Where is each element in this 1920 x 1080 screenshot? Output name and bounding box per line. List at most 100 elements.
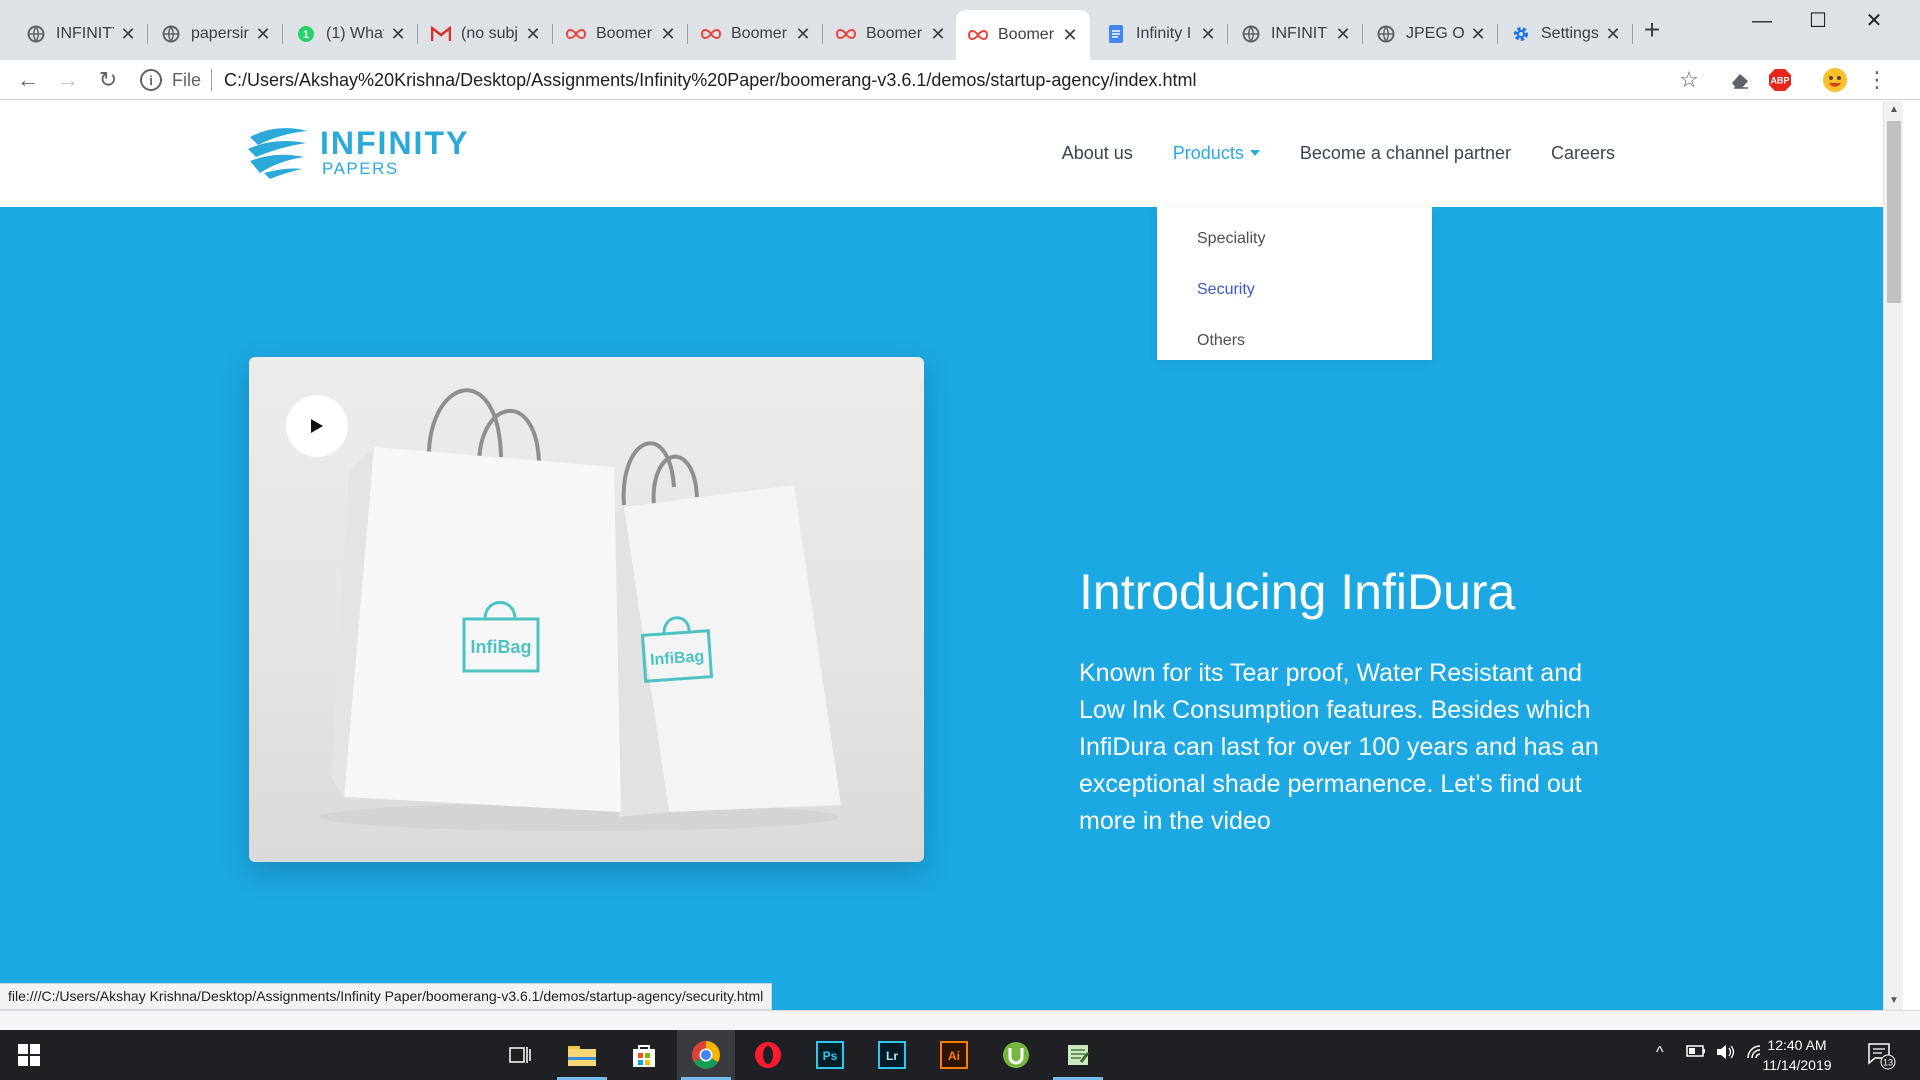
nav-products[interactable]: Products [1173,143,1260,164]
forward-arrow-icon[interactable]: → [53,65,83,95]
tab-title: JPEG Op [1406,25,1464,42]
svg-text:13: 13 [1883,1058,1893,1068]
nav-careers[interactable]: Careers [1551,143,1615,164]
infinity-papers-logo[interactable]: INFINITY PAPERS [246,123,486,179]
infinity-icon [566,24,586,44]
nav-become-channel-partner[interactable]: Become a channel partner [1300,143,1511,164]
tab[interactable]: INFINITY ✕ [14,16,148,52]
svg-text:1: 1 [303,29,309,41]
browser-toolbar: ← → ↻ i File C:/Users/Akshay%20Krishna/D… [0,60,1920,100]
windows-start-icon[interactable] [0,1030,58,1080]
volume-icon[interactable] [1716,1044,1736,1065]
link-status-bubble: file:///C:/Users/Akshay Krishna/Desktop/… [0,983,773,1010]
chevron-up-icon[interactable]: ^ [1656,1044,1664,1062]
tab-title: papersir [191,25,249,42]
close-tab-icon[interactable]: ✕ [390,24,406,45]
main-navigation: About us Products Become a channel partn… [1062,143,1615,164]
close-tab-icon[interactable]: ✕ [1200,24,1216,45]
tab-title: Boomer [866,25,923,42]
globe-icon [161,24,181,44]
globe-icon [26,24,46,44]
menu-kebab-icon[interactable]: ⋮ [1862,65,1892,95]
infinity-icon [701,24,721,44]
tab[interactable]: Infinity I ✕ [1094,16,1228,52]
paper-stack-icon [248,128,308,179]
tab[interactable]: 1 (1) What ✕ [284,16,418,52]
reload-icon[interactable]: ↻ [93,65,123,95]
store-icon[interactable] [615,1030,673,1080]
tab-title: Settings [1541,25,1599,42]
close-tab-icon[interactable]: ✕ [1470,24,1486,45]
close-tab-icon[interactable]: ✕ [1605,24,1621,45]
system-clock[interactable]: 12:40 AM 11/14/2019 [1752,1035,1842,1075]
globe-icon [1376,24,1396,44]
close-tab-icon[interactable]: ✕ [1062,25,1078,46]
tab[interactable]: Boomer ✕ [554,16,688,52]
scrollbar-thumb[interactable] [1887,121,1901,303]
illustrator-icon[interactable]: Ai [925,1030,983,1080]
close-tab-icon[interactable]: ✕ [1335,24,1351,45]
action-center-icon[interactable]: 13 [1866,1040,1896,1075]
close-tab-icon[interactable]: ✕ [660,24,676,45]
caret-down-icon [1249,149,1260,156]
tab[interactable]: Boomer ✕ [689,16,823,52]
tab-title: Boomer [998,26,1055,43]
notepad-icon[interactable] [1049,1030,1107,1080]
page-scrollbar[interactable]: ▲ ▼ [1883,101,1903,1010]
address-divider [211,69,213,91]
opera-icon[interactable] [739,1030,797,1080]
video-thumbnail[interactable]: InfiBag InfiBag [249,357,924,862]
address-bar[interactable]: i File C:/Users/Akshay%20Krishna/Desktop… [140,64,1700,96]
tab[interactable]: papersir ✕ [149,16,283,52]
tab[interactable]: JPEG Op ✕ [1364,16,1498,52]
address-url[interactable]: C:/Users/Akshay%20Krishna/Desktop/Assign… [224,70,1196,91]
clock-time: 12:40 AM [1767,1037,1827,1053]
svg-text:ABP: ABP [1770,76,1789,86]
back-arrow-icon[interactable]: ← [13,65,43,95]
task-view-icon[interactable] [491,1030,549,1080]
download-shelf [0,1010,1920,1030]
play-button[interactable] [286,395,348,457]
tab[interactable]: (no subj ✕ [419,16,553,52]
new-tab-button[interactable]: + [1638,16,1666,44]
lightroom-icon[interactable]: Lr [863,1030,921,1080]
logo-word-papers: PAPERS [322,159,399,178]
products-dropdown-menu: Speciality Security Others [1157,207,1432,360]
eraser-extension-icon[interactable] [1725,65,1755,95]
hero-section: InfiBag InfiBag Introducing InfiDura Kno… [0,207,1883,1010]
svg-text:Lr: Lr [886,1049,898,1063]
tab[interactable]: Settings ✕ [1499,16,1633,52]
gmail-icon [431,24,451,44]
minimize-window-icon[interactable]: — [1740,6,1784,36]
nav-about-us[interactable]: About us [1062,143,1133,164]
tab[interactable]: Boomer ✕ [824,16,958,52]
photoshop-icon[interactable]: Ps [801,1030,859,1080]
file-explorer-icon[interactable] [553,1030,611,1080]
menu-item-others[interactable]: Others [1197,332,1245,350]
close-tab-icon[interactable]: ✕ [930,24,946,45]
adblock-plus-icon[interactable]: ABP [1765,65,1795,95]
hero-description: Known for its Tear proof, Water Resistan… [1079,659,1599,835]
close-tab-icon[interactable]: ✕ [525,24,541,45]
chrome-icon[interactable] [677,1030,735,1080]
close-window-icon[interactable]: ✕ [1852,6,1896,36]
scroll-up-arrow-icon[interactable]: ▲ [1884,101,1904,119]
menu-item-speciality[interactable]: Speciality [1197,230,1265,248]
tab-active[interactable]: Boomer ✕ [956,10,1090,60]
tab[interactable]: INFINIT ✕ [1229,16,1363,52]
close-tab-icon[interactable]: ✕ [255,24,271,45]
close-tab-icon[interactable]: ✕ [795,24,811,45]
bookmark-star-icon[interactable]: ☆ [1674,65,1704,95]
menu-item-security[interactable]: Security [1197,281,1255,299]
tab-title: INFINIT [1271,25,1327,42]
battery-icon[interactable] [1686,1044,1706,1063]
close-tab-icon[interactable]: ✕ [120,24,136,45]
maximize-window-icon[interactable]: ☐ [1796,6,1840,36]
windows-taskbar: Ps Lr Ai ^ 12:40 AM 11/14/2019 13 [0,1030,1920,1080]
profile-avatar-icon[interactable] [1820,65,1850,95]
info-icon[interactable]: i [140,69,162,91]
svg-text:InfiBag: InfiBag [471,637,532,657]
utorrent-icon[interactable] [987,1030,1045,1080]
play-icon [311,419,323,433]
scroll-down-arrow-icon[interactable]: ▼ [1884,992,1904,1010]
